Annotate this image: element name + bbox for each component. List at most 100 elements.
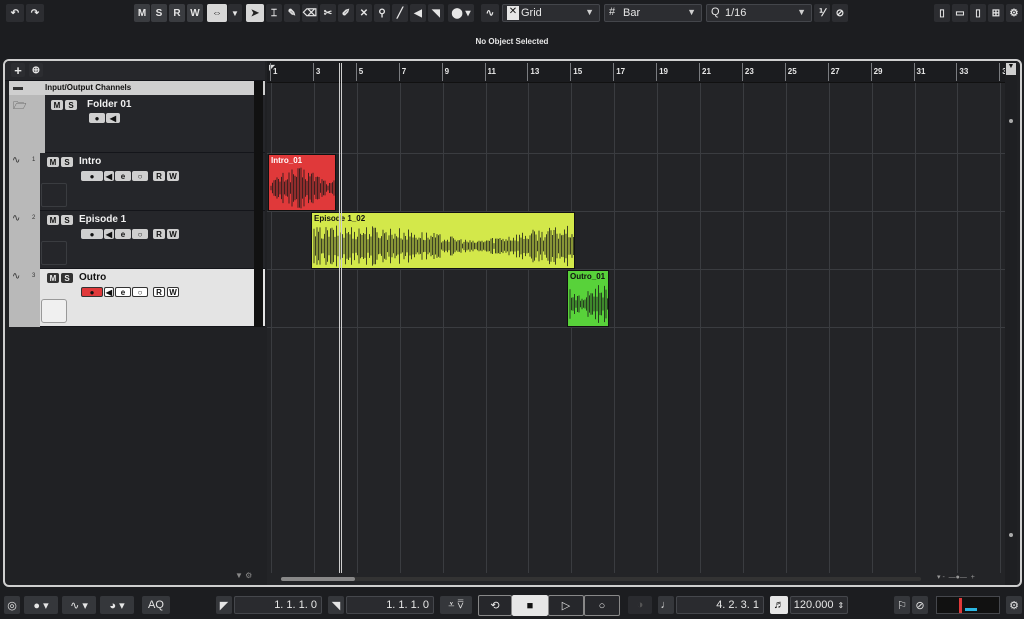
tempo-display[interactable]: 120.000 ⇕ [790,596,848,614]
read-automation-button[interactable]: R [153,229,165,239]
lanes-button[interactable]: ○ [132,287,148,297]
zoom-tool[interactable]: ⚲ [374,4,390,22]
vertical-zoom-handle[interactable] [1009,533,1013,537]
record-enable-button[interactable]: ● [81,287,103,297]
write-all-button[interactable]: W [187,4,203,22]
show-right-zone-button[interactable]: ▯ [970,4,986,22]
mute-tool[interactable]: ✕ [356,4,372,22]
stop-button[interactable]: ■ [512,595,548,616]
automation-mode-button[interactable]: ⇔ [207,4,227,22]
sync-button[interactable]: ◑ [628,596,652,614]
automation-dropdown[interactable]: ▼ [228,4,242,22]
iterative-quantize-button[interactable]: ⅟ [814,4,830,22]
time-format-button[interactable]: ♩ [658,596,674,614]
quantize-select[interactable]: Q 1/16 ▼ [706,4,812,22]
snap-toggle-button[interactable]: ∿ [481,4,499,22]
transport-settings-button[interactable]: ⊘ [912,596,928,614]
show-left-zone-button[interactable]: ▯ [934,4,950,22]
setup-window-layout-button[interactable]: ⊞ [988,4,1004,22]
monitor-button[interactable]: ◀ [104,171,114,181]
track-folder[interactable]: 🗁 M S Folder 01 ● ◀ [9,95,265,153]
write-automation-button[interactable]: W [167,229,179,239]
track-name[interactable]: Outro [79,272,106,283]
audio-event-episode-1[interactable]: Episode 1_02 [311,212,575,269]
mute-button[interactable]: M [47,215,59,225]
position-display[interactable]: 4. 2. 3. 1 [676,596,764,614]
mute-button[interactable]: M [47,273,59,283]
color-tool[interactable]: ◥ [428,4,444,22]
scroll-thumb[interactable] [281,577,355,581]
lanes-button[interactable]: ○ [132,229,148,239]
track-outro[interactable]: ∿ 3 M S Outro ● ◀ e ○ R W [9,269,265,327]
settings-button[interactable]: ⚙ [1006,4,1022,22]
go-to-right-locator-button[interactable]: ◥ [328,596,344,614]
track-list-splitter[interactable] [254,81,263,327]
add-track-button[interactable]: + [11,63,25,77]
record-enable-button[interactable]: ● [81,229,103,239]
mute-button[interactable]: M [47,157,59,167]
edit-channel-button[interactable]: e [115,171,131,181]
click-button[interactable]: ♬ [770,596,788,614]
right-locator-display[interactable]: 1. 1. 1. 0 [346,596,434,614]
folder-monitor-button[interactable]: ◀ [106,113,120,123]
object-selection-tool[interactable]: ➤ [246,4,264,22]
zoom-menu-button[interactable]: ▼ [1006,63,1016,75]
audio-mode-select[interactable]: ∿ ▾ [62,596,96,614]
folder-mute-button[interactable]: M [51,100,63,110]
horizontal-scrollbar[interactable] [281,577,921,581]
tempo-stepper-icon[interactable]: ⇕ [838,601,845,610]
play-button[interactable]: ▷ [548,595,584,616]
record-enable-button[interactable]: ● [81,171,103,181]
folder-record-button[interactable]: ● [89,113,105,123]
mute-all-button[interactable]: M [134,4,150,22]
redo-button[interactable]: ↷ [26,4,44,22]
range-selection-tool[interactable]: ⌶ [266,4,282,22]
solo-all-button[interactable]: S [151,4,167,22]
split-tool[interactable]: ✎ [284,4,300,22]
go-to-left-locator-button[interactable]: ◤ [216,596,232,614]
write-automation-button[interactable]: W [167,171,179,181]
read-automation-button[interactable]: R [153,287,165,297]
vertical-zoom-slider[interactable] [1009,119,1013,123]
cycle-button[interactable]: ⟲ [478,595,512,616]
track-name[interactable]: Folder 01 [87,99,131,110]
track-intro[interactable]: ∿ 1 M S Intro ● ◀ e ○ R W [9,153,265,211]
snap-type-select[interactable]: ✕ Grid ▼ [502,4,600,22]
quantize-settings-button[interactable]: ⊘ [832,4,848,22]
draw-tool[interactable]: ✐ [338,4,354,22]
track-episode-1[interactable]: ∿ 2 M S Episode 1 ● ◀ e ○ R W [9,211,265,269]
solo-button[interactable]: S [61,157,73,167]
io-channels-row[interactable]: ▬ Input/Output Channels [9,81,265,95]
punch-mode-select[interactable]: ◕ ▾ [100,596,134,614]
auto-scroll-button[interactable]: ⬤ ▾ [448,4,474,22]
auto-quantize-button[interactable]: AQ [142,596,170,614]
folder-solo-button[interactable]: S [65,100,77,110]
edit-channel-button[interactable]: e [115,229,131,239]
play-tool[interactable]: ◀ [410,4,426,22]
track-preset-button[interactable]: ⊕ [29,63,43,77]
monitor-button[interactable]: ◀ [104,229,114,239]
monitor-button[interactable]: ◀ [104,287,114,297]
line-tool[interactable]: ╱ [392,4,408,22]
erase-tool[interactable]: ⌫ [302,4,318,22]
project-cursor[interactable] [339,63,342,573]
solo-button[interactable]: S [61,215,73,225]
transport-gear-button[interactable]: ⚙ [1006,596,1022,614]
track-name[interactable]: Intro [79,156,101,167]
record-button[interactable]: ○ [584,595,620,616]
grid-type-select[interactable]: # Bar ▼ [604,4,702,22]
undo-button[interactable]: ↶ [6,4,24,22]
edit-channel-button[interactable]: e [115,287,131,297]
event-display[interactable]: ◤ 1357911131517192123252729313335 Intro_… [267,61,1017,585]
solo-button[interactable]: S [61,273,73,283]
punch-button[interactable]: ⩡ ⩢ [440,596,472,614]
write-automation-button[interactable]: W [167,287,179,297]
glue-tool[interactable]: ✂ [320,4,336,22]
ruler[interactable]: ◤ 1357911131517192123252729313335 [267,61,1017,83]
lanes-button[interactable]: ○ [132,171,148,181]
audio-event-outro[interactable]: Outro_01 [567,270,609,327]
follow-button[interactable]: ⚐ [894,596,910,614]
constrain-delay-button[interactable]: ◎ [4,596,20,614]
audio-event-intro[interactable]: Intro_01 [268,154,336,211]
horizontal-zoom-slider[interactable]: ▾ - —●— + [937,573,1003,583]
